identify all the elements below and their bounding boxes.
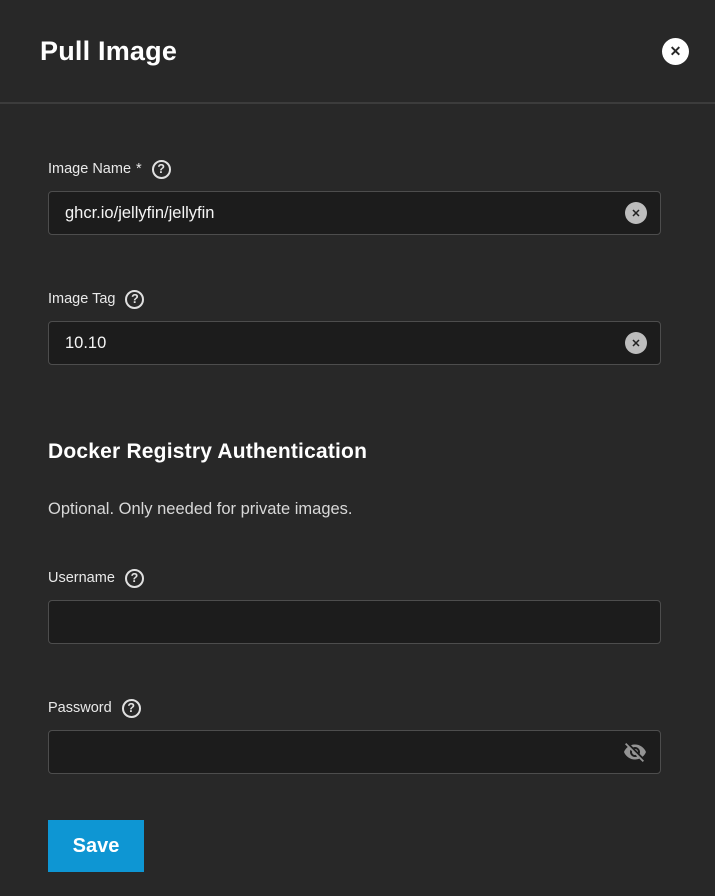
image-tag-input-wrap: ✕ <box>48 321 661 365</box>
image-tag-input[interactable] <box>49 322 660 364</box>
password-label-row: Password ? <box>48 698 661 718</box>
close-icon: ✕ <box>670 43 682 60</box>
help-icon[interactable]: ? <box>125 569 144 588</box>
username-label-row: Username ? <box>48 568 661 588</box>
eye-off-icon[interactable] <box>623 740 647 764</box>
image-name-label-row: Image Name * ? <box>48 159 661 179</box>
required-marker: * <box>136 161 142 177</box>
clear-glyph: ✕ <box>631 337 640 350</box>
password-label: Password <box>48 700 112 716</box>
image-tag-label-row: Image Tag ? <box>48 289 661 309</box>
close-button[interactable]: ✕ <box>662 38 689 65</box>
dialog-header: Pull Image ✕ <box>0 0 715 104</box>
image-tag-label: Image Tag <box>48 291 115 307</box>
clear-glyph: ✕ <box>631 207 640 220</box>
image-name-input[interactable] <box>49 192 660 234</box>
pull-image-dialog: Pull Image ✕ Image Name * ? ✕ Image Tag … <box>0 0 715 896</box>
page-title: Pull Image <box>40 36 177 67</box>
help-icon[interactable]: ? <box>125 290 144 309</box>
auth-section-title: Docker Registry Authentication <box>48 440 661 464</box>
help-icon[interactable]: ? <box>152 160 171 179</box>
clear-input-icon[interactable]: ✕ <box>625 332 647 354</box>
dialog-content: Image Name * ? ✕ Image Tag ? ✕ Docker Re… <box>0 104 715 896</box>
password-input[interactable] <box>49 731 660 773</box>
help-icon[interactable]: ? <box>122 699 141 718</box>
image-name-label: Image Name <box>48 161 131 177</box>
auth-section-description: Optional. Only needed for private images… <box>48 500 661 519</box>
username-label: Username <box>48 570 115 586</box>
username-input-wrap <box>48 600 661 644</box>
clear-input-icon[interactable]: ✕ <box>625 202 647 224</box>
password-input-wrap <box>48 730 661 774</box>
username-input[interactable] <box>49 601 660 643</box>
image-name-input-wrap: ✕ <box>48 191 661 235</box>
save-button[interactable]: Save <box>48 820 144 872</box>
